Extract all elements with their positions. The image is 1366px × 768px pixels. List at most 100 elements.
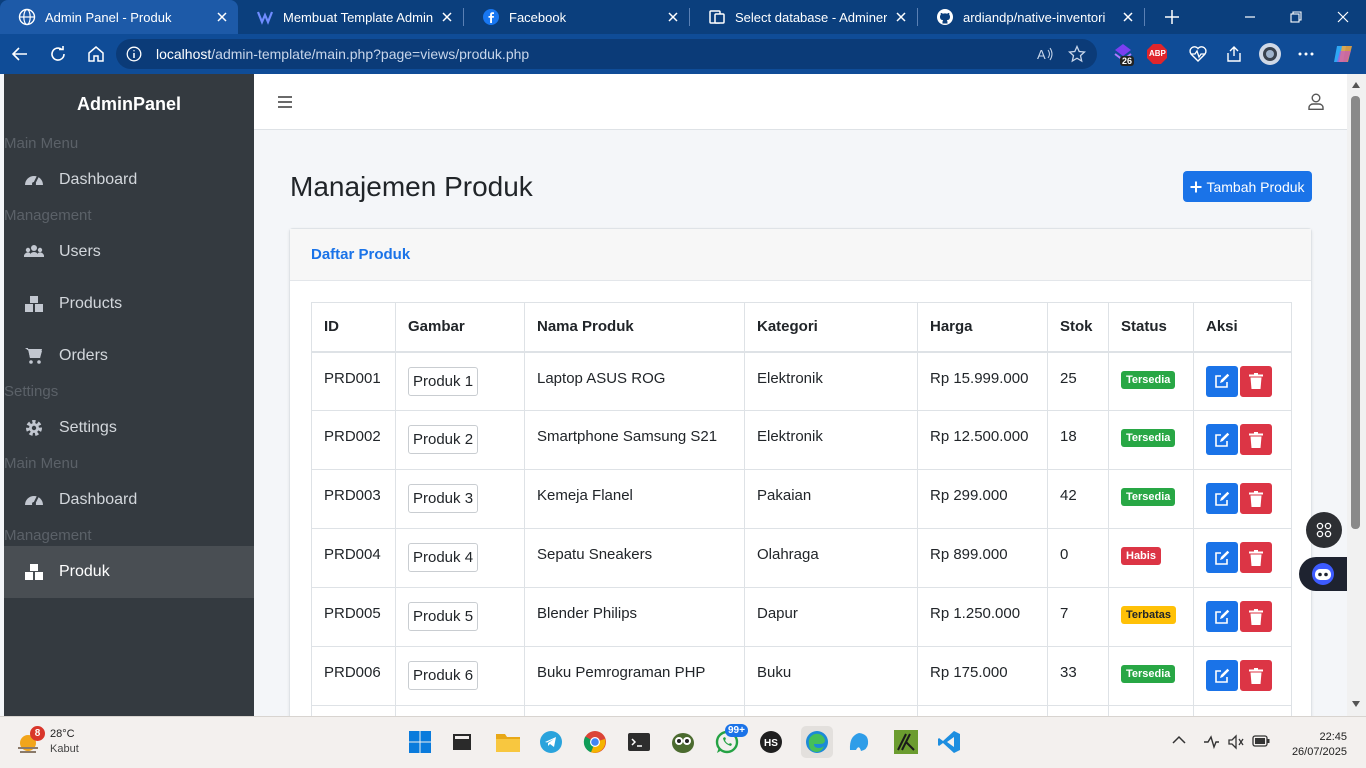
taskbar-app-vscode[interactable] — [935, 728, 963, 756]
taskbar-app-taskview[interactable] — [448, 728, 476, 756]
status-badge: Terbatas — [1121, 606, 1177, 624]
delete-button[interactable] — [1240, 483, 1272, 514]
edit-button[interactable] — [1206, 601, 1238, 632]
close-icon[interactable] — [1120, 9, 1136, 25]
refresh-button[interactable] — [40, 36, 76, 72]
sidebar-item-produk[interactable]: Produk — [4, 546, 254, 598]
scroll-down-arrow-icon[interactable] — [1352, 701, 1360, 707]
copilot-button[interactable] — [1328, 38, 1360, 70]
cell-id: PRD004 — [311, 528, 396, 588]
cell-stock: 18 — [1047, 410, 1109, 470]
tab-adminer[interactable]: Select database - Adminer — [690, 0, 917, 34]
column-header: Gambar — [395, 302, 525, 353]
delete-button[interactable] — [1240, 424, 1272, 455]
user-icon[interactable] — [1308, 93, 1324, 110]
product-table: ID Gambar Nama Produk Kategori Harga Sto… — [311, 302, 1292, 716]
edit-button[interactable] — [1206, 542, 1238, 573]
edit-button[interactable] — [1206, 365, 1238, 397]
floating-apps-button[interactable] — [1306, 512, 1342, 548]
delete-button[interactable] — [1240, 365, 1272, 397]
taskbar-app-hs[interactable]: HS — [757, 728, 785, 756]
sidebar-item-orders[interactable]: Orders — [4, 330, 254, 382]
tab-title: Membuat Template Admin PHP — [283, 9, 433, 25]
chrome-icon — [583, 731, 606, 753]
delete-button[interactable] — [1240, 542, 1272, 573]
close-icon[interactable] — [214, 9, 230, 25]
volume-button[interactable] — [1227, 734, 1245, 750]
back-button[interactable] — [2, 36, 38, 72]
taskbar-app-xampp[interactable] — [892, 728, 920, 756]
add-product-button[interactable]: Tambah Produk — [1183, 171, 1312, 202]
close-window-button[interactable] — [1320, 0, 1366, 34]
sidebar-item-products[interactable]: Products — [4, 278, 254, 330]
edit-button[interactable] — [1206, 483, 1238, 514]
scroll-up-arrow-icon[interactable] — [1352, 82, 1360, 88]
clock[interactable]: 22:45 26/07/2025 — [1292, 730, 1347, 760]
close-icon[interactable] — [893, 9, 909, 25]
cell-status: Habis — [1108, 528, 1194, 588]
sidebar-item-settings[interactable]: Settings — [4, 402, 254, 454]
delete-button[interactable] — [1240, 660, 1272, 691]
browser-tab-bar: Admin Panel - Produk Membuat Template Ad… — [0, 0, 1366, 34]
close-icon[interactable] — [665, 9, 681, 25]
taskbar-app-telegram[interactable] — [537, 728, 565, 756]
tab-facebook[interactable]: Facebook — [464, 0, 689, 34]
card-title: Daftar Produk — [290, 229, 1311, 281]
profile-button[interactable] — [1254, 38, 1286, 70]
more-menu-button[interactable] — [1290, 38, 1322, 70]
sidebar-item-users[interactable]: Users — [4, 226, 254, 278]
floating-assistant-button[interactable] — [1299, 557, 1347, 591]
extension-button[interactable]: 26 — [1108, 38, 1140, 70]
new-tab-button[interactable] — [1155, 0, 1189, 34]
home-button[interactable] — [78, 36, 114, 72]
whatsapp-badge: 99+ — [725, 724, 748, 737]
close-icon[interactable] — [439, 9, 455, 25]
gear-icon — [26, 420, 42, 436]
edit-icon — [1215, 668, 1230, 683]
minimize-button[interactable] — [1227, 0, 1273, 34]
edit-button[interactable] — [1206, 660, 1238, 691]
page-scrollbar[interactable] — [1347, 74, 1366, 716]
taskbar-app-edge[interactable] — [801, 726, 833, 758]
favorite-star-icon[interactable] — [1068, 45, 1086, 63]
close-icon — [1337, 11, 1349, 23]
taskbar-app-terminal[interactable] — [625, 728, 653, 756]
cell-status: Tersedia — [1108, 410, 1194, 470]
taskbar-app-owl[interactable] — [669, 728, 697, 756]
url-field[interactable]: localhost/admin-template/main.php?page=v… — [116, 39, 1097, 69]
windows-start-button[interactable] — [406, 728, 434, 756]
adblock-button[interactable]: ABP — [1141, 38, 1173, 70]
cell-name: Laptop ASUS ROG — [524, 351, 745, 411]
share-icon — [1227, 46, 1241, 62]
edit-button[interactable] — [1206, 424, 1238, 455]
cell-category: Dapur — [744, 587, 918, 647]
sidebar-item-dashboard[interactable]: Dashboard — [4, 154, 254, 206]
scrollbar-thumb[interactable] — [1351, 96, 1360, 529]
info-icon[interactable] — [126, 46, 142, 62]
tab-github[interactable]: ardiandp/native-inventori — [918, 0, 1144, 34]
taskbar-app-whatsapp[interactable]: 99+ — [713, 724, 748, 756]
table-row: PRD006 Produk 6 Buku Pemrograman PHP Buku Rp… — [311, 646, 1292, 706]
tray-expand-button[interactable] — [1172, 735, 1186, 745]
taskbar-app-file-explorer[interactable] — [494, 728, 522, 756]
share-button[interactable] — [1218, 38, 1250, 70]
sidebar-item-dashboard-2[interactable]: Dashboard — [4, 474, 254, 526]
read-aloud-icon[interactable]: A — [1037, 46, 1055, 62]
tab-admin-panel[interactable]: Admin Panel - Produk — [0, 0, 238, 34]
brand-title[interactable]: AdminPanel — [4, 74, 254, 134]
cell-price: Rp 299.000 — [917, 469, 1048, 529]
product-image: Produk 2 — [408, 425, 479, 454]
battery-button[interactable] — [1252, 735, 1270, 747]
menu-header-management: Management — [4, 207, 92, 224]
network-button[interactable] — [1202, 734, 1220, 750]
hamburger-menu-icon[interactable] — [278, 95, 292, 109]
telegram-icon — [540, 731, 562, 753]
delete-button[interactable] — [1240, 601, 1272, 632]
weather-widget[interactable]: 8 28°C Kabut — [14, 726, 79, 757]
edit-icon — [1215, 609, 1230, 624]
tab-membuat-template[interactable]: Membuat Template Admin PHP — [238, 0, 463, 34]
taskbar-app-bird[interactable] — [845, 728, 873, 756]
restore-button[interactable] — [1273, 0, 1319, 34]
taskbar-app-chrome[interactable] — [581, 728, 609, 756]
health-button[interactable] — [1182, 38, 1214, 70]
